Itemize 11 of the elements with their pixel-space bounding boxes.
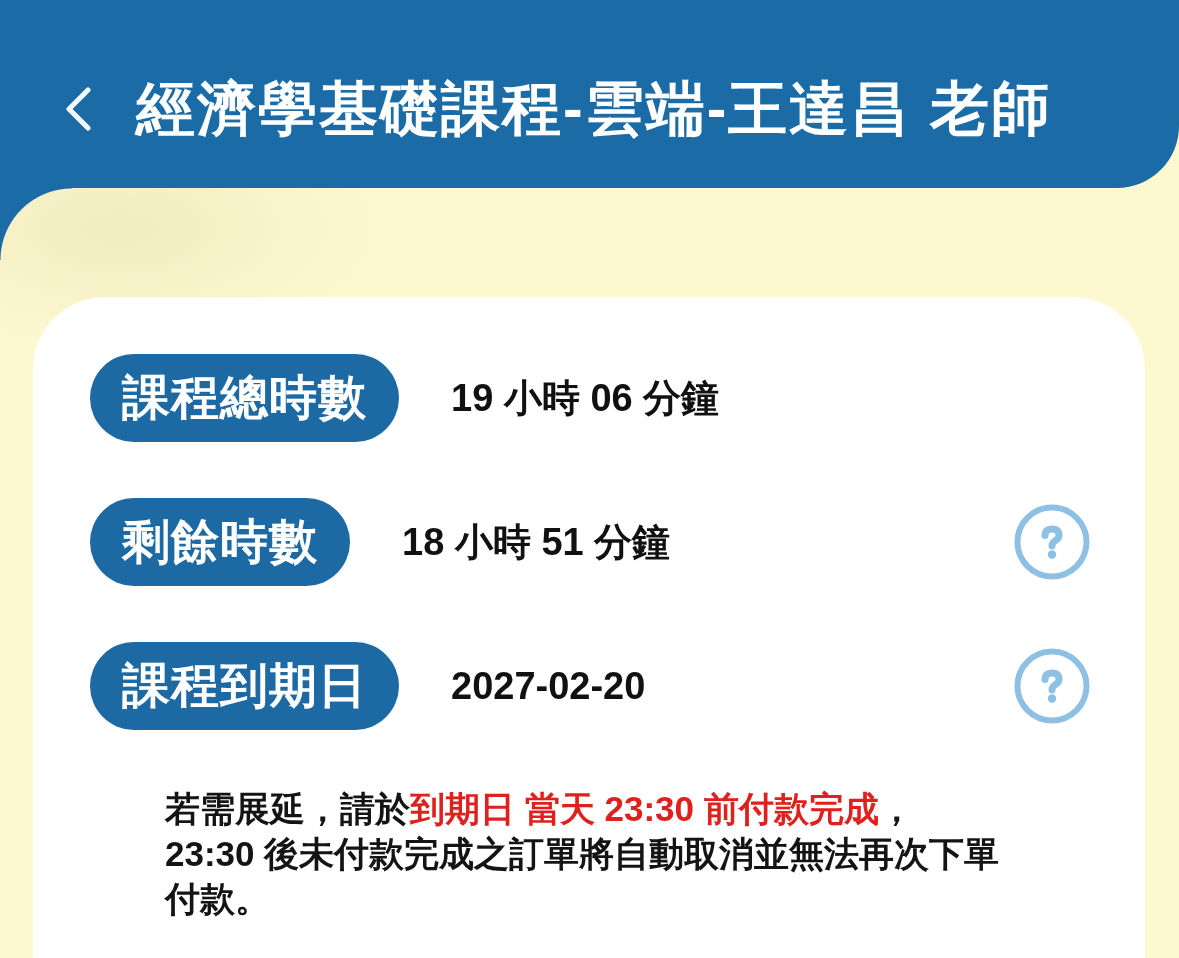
chevron-left-icon[interactable] (64, 87, 92, 131)
field-label: 剩餘時數 (90, 498, 350, 586)
page-title: 經濟學基礎課程-雲端-王達昌 老師 (136, 74, 1052, 144)
field-value: 19 小時 06 分鐘 (451, 375, 720, 421)
help-icon[interactable] (1014, 648, 1090, 724)
field-value: 2027-02-20 (451, 664, 646, 708)
help-icon[interactable] (1014, 504, 1090, 580)
field-label: 課程總時數 (90, 354, 399, 442)
field-value: 18 小時 51 分鐘 (402, 519, 671, 565)
field-label: 課程到期日 (90, 642, 399, 730)
extension-notice: 若需展延，請於到期日 當天 23:30 前付款完成， 23:30 後未付款完成之訂單將自動取消並無法再次下單付款。 (165, 788, 1001, 920)
